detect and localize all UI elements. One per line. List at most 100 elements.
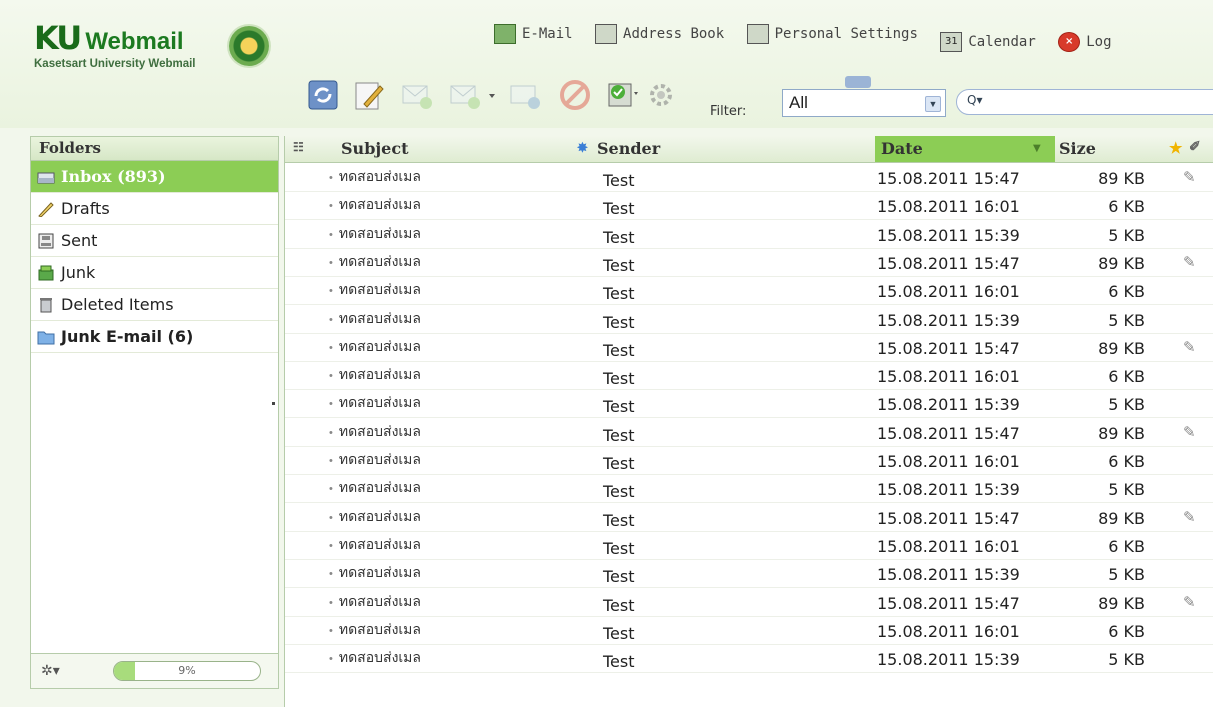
delete-icon[interactable] xyxy=(558,78,592,112)
message-date: 15.08.2011 15:47 xyxy=(877,338,1020,358)
message-size: 6 KB xyxy=(1108,621,1145,641)
folder-drafts[interactable]: Drafts xyxy=(31,193,278,225)
table-row[interactable]: ทดสอบส่งเมล Test 15.08.2011 16:01 6 KB xyxy=(285,191,1213,221)
attachment-column-icon[interactable]: ✐ xyxy=(1189,139,1201,155)
folder-options-gear-icon[interactable]: ✲▾ xyxy=(41,663,60,679)
message-subject: ทดสอบส่งเมล xyxy=(329,449,421,471)
logo-subtitle: Kasetsart University Webmail xyxy=(34,58,196,70)
table-row[interactable]: ทดสอบส่งเมล Test 15.08.2011 16:01 6 KB xyxy=(285,446,1213,475)
message-date: 15.08.2011 15:39 xyxy=(877,565,1020,585)
sent-icon xyxy=(37,233,55,249)
message-sender: Test xyxy=(603,199,635,219)
table-row[interactable]: ทดสอบส่งเมล Test 15.08.2011 16:01 6 KB xyxy=(285,616,1213,645)
message-size: 89 KB xyxy=(1098,508,1145,528)
message-size: 5 KB xyxy=(1108,395,1145,415)
column-date[interactable]: Date xyxy=(881,139,923,158)
folder-junk-email-label: Junk E-mail (6) xyxy=(61,327,194,346)
message-date: 15.08.2011 15:47 xyxy=(877,169,1020,188)
filter-select[interactable]: All ▼ xyxy=(782,89,946,117)
column-size[interactable]: Size xyxy=(1059,139,1096,158)
reply-dropdown-icon[interactable] xyxy=(486,78,498,112)
message-sender: Test xyxy=(603,425,635,445)
message-sender: Test xyxy=(603,340,635,360)
mark-icon[interactable] xyxy=(606,78,640,112)
sort-descending-icon: ▼ xyxy=(1033,143,1041,154)
message-size: 5 KB xyxy=(1108,225,1145,245)
reply-icon[interactable] xyxy=(400,78,434,112)
message-sender: Test xyxy=(603,369,635,389)
column-sender[interactable]: Sender xyxy=(597,139,660,158)
table-row[interactable]: ทดสอบส่งเมล Test 15.08.2011 15:47 89 KB ✎ xyxy=(285,163,1213,192)
nav-personal-settings[interactable]: Personal Settings xyxy=(746,24,918,44)
table-row[interactable]: ทดสอบส่งเมล Test 15.08.2011 15:39 5 KB xyxy=(285,389,1213,419)
message-size: 89 KB xyxy=(1098,423,1145,443)
message-date: 15.08.2011 16:01 xyxy=(877,282,1020,302)
message-subject: ทดสอบส่งเมล xyxy=(329,364,421,386)
table-row[interactable]: ทดสอบส่งเมล Test 15.08.2011 15:47 89 KB ✎ xyxy=(285,418,1213,447)
logo-ku-text: KU xyxy=(34,19,82,57)
table-row[interactable]: ทดสอบส่งเมล Test 15.08.2011 15:47 89 KB ✎ xyxy=(285,588,1213,617)
search-input[interactable]: Q▾ xyxy=(956,89,1213,115)
column-subject[interactable]: Subject xyxy=(341,139,408,158)
refresh-icon[interactable] xyxy=(306,78,340,112)
list-options-icon[interactable]: ☷ xyxy=(293,140,304,154)
message-sender: Test xyxy=(603,171,635,190)
folder-sent-label: Sent xyxy=(61,231,98,250)
nav-logout[interactable]: × Log xyxy=(1058,32,1112,52)
nav-email[interactable]: E-Mail xyxy=(494,24,573,44)
message-date: 15.08.2011 15:47 xyxy=(877,593,1020,613)
nav-address-book[interactable]: Address Book xyxy=(595,24,724,44)
message-sender: Test xyxy=(603,312,635,332)
table-row[interactable]: ทดสอบส่งเมล Test 15.08.2011 16:01 6 KB xyxy=(285,531,1213,560)
table-row[interactable]: ทดสอบส่งเมล Test 15.08.2011 15:47 89 KB ✎ xyxy=(285,503,1213,532)
table-row[interactable]: ทดสอบส่งเมล Test 15.08.2011 16:01 6 KB xyxy=(285,276,1213,306)
table-row[interactable]: ทดสอบส่งเมล Test 15.08.2011 15:47 89 KB ✎ xyxy=(285,333,1213,362)
forward-icon[interactable] xyxy=(508,78,542,112)
ku-webmail-logo[interactable]: KU Webmail Kasetsart University Webmail xyxy=(34,22,196,70)
table-row[interactable]: ทดสอบส่งเมล Test 15.08.2011 15:39 5 KB xyxy=(285,305,1213,334)
message-date: 15.08.2011 15:39 xyxy=(877,650,1020,670)
personal-settings-icon xyxy=(746,24,769,44)
compose-icon[interactable] xyxy=(352,78,386,112)
message-date: 15.08.2011 15:39 xyxy=(877,310,1020,330)
message-list-header: ☷ Subject ✸ Sender Date ▼ Size ★ ✐ xyxy=(285,136,1213,163)
message-sender: Test xyxy=(603,623,635,643)
folder-inbox[interactable]: Inbox (893) xyxy=(31,161,278,193)
nav-logout-label: Log xyxy=(1086,34,1112,50)
message-subject: ทดสอบส่งเมล xyxy=(329,534,421,556)
header: KU Webmail Kasetsart University Webmail … xyxy=(0,0,1213,128)
attachment-icon: ✎ xyxy=(1183,592,1196,611)
folder-junk[interactable]: Junk xyxy=(31,257,278,289)
reply-all-icon[interactable] xyxy=(448,78,482,112)
pane-splitter-handle[interactable] xyxy=(272,402,275,405)
quota-bar: 9% xyxy=(113,661,261,681)
message-size: 6 KB xyxy=(1108,282,1145,302)
trash-icon xyxy=(37,297,55,313)
thread-icon[interactable]: ✸ xyxy=(577,141,588,156)
table-row[interactable]: ทดสอบส่งเมล Test 15.08.2011 15:39 5 KB xyxy=(285,559,1213,589)
flag-star-icon[interactable]: ★ xyxy=(1169,139,1182,157)
table-row[interactable]: ทดสอบส่งเมล Test 15.08.2011 15:47 89 KB ✎ xyxy=(285,248,1213,277)
message-date: 15.08.2011 15:47 xyxy=(877,508,1020,528)
table-row[interactable]: ทดสอบส่งเมล Test 15.08.2011 16:01 6 KB xyxy=(285,361,1213,391)
message-size: 5 KB xyxy=(1108,310,1145,330)
message-date: 15.08.2011 16:01 xyxy=(877,621,1020,641)
message-date: 15.08.2011 15:47 xyxy=(877,423,1020,443)
nav-calendar[interactable]: 31 Calendar xyxy=(940,32,1036,52)
table-row[interactable]: ทดสอบส่งเมล Test 15.08.2011 15:39 5 KB xyxy=(285,474,1213,504)
address-book-icon xyxy=(595,24,618,44)
message-subject: ทดสอบส่งเมล xyxy=(329,591,421,613)
folders-header: Folders xyxy=(31,137,278,161)
folder-junk-email[interactable]: Junk E-mail (6) xyxy=(31,321,278,353)
folder-pane: Folders Inbox (893) Drafts Sent Junk Del… xyxy=(30,136,279,689)
message-sender: Test xyxy=(603,255,635,275)
message-date: 15.08.2011 15:39 xyxy=(877,225,1020,245)
message-subject: ทดสอบส่งเมล xyxy=(329,421,421,443)
message-date: 15.08.2011 16:01 xyxy=(877,536,1020,556)
folder-sent[interactable]: Sent xyxy=(31,225,278,257)
table-row[interactable]: ทดสอบส่งเมล Test 15.08.2011 15:39 5 KB xyxy=(285,220,1213,249)
settings-gear-icon[interactable] xyxy=(644,78,678,112)
message-sender: Test xyxy=(603,538,635,558)
folder-deleted-items[interactable]: Deleted Items xyxy=(31,289,278,321)
table-row[interactable]: ทดสอบส่งเมล Test 15.08.2011 15:39 5 KB xyxy=(285,644,1213,674)
